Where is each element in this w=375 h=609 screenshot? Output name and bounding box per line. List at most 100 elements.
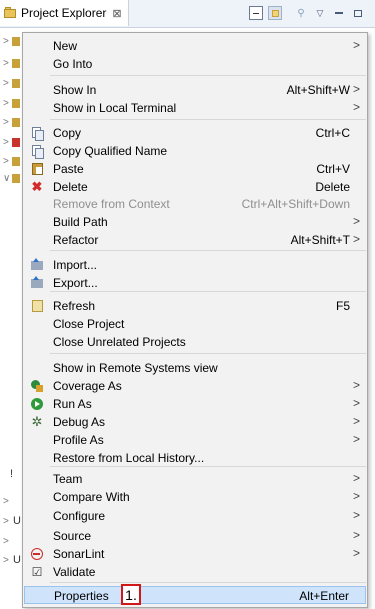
folder-icon xyxy=(12,99,20,108)
menu-item-build-path[interactable]: Build Path > xyxy=(24,213,366,231)
tree-row[interactable]: > xyxy=(0,114,22,132)
export-icon xyxy=(30,275,44,290)
menu-item-label: Restore from Local History... xyxy=(53,451,205,465)
menu-item-label: Team xyxy=(53,472,83,486)
chevron-right-icon[interactable]: > xyxy=(3,516,9,527)
chevron-right-icon[interactable]: > xyxy=(3,496,9,507)
menu-item-shortcut: Alt+Enter xyxy=(299,589,349,603)
menu-item-label: Run As xyxy=(53,397,92,411)
chevron-right-icon[interactable]: > xyxy=(3,555,9,566)
menu-item-label: Delete xyxy=(53,180,88,194)
menu-item-refresh[interactable]: Refresh F5 xyxy=(24,297,366,315)
menu-item-label: Close Project xyxy=(53,317,125,331)
menu-item-delete[interactable]: ✖ Delete Delete xyxy=(24,178,366,196)
menu-item-debug-as[interactable]: ✲ Debug As > xyxy=(24,413,366,431)
menu-item-run-as[interactable]: Run As > xyxy=(24,395,366,413)
menu-item-close-project[interactable]: Close Project xyxy=(24,315,366,333)
maximize-icon[interactable] xyxy=(351,6,365,20)
menu-item-remove-from-context: Remove from Context Ctrl+Alt+Shift+Down xyxy=(24,195,366,213)
menu-item-label: Coverage As xyxy=(53,379,122,393)
submenu-arrow-icon: > xyxy=(352,528,360,542)
tree-row[interactable]: > xyxy=(0,153,22,171)
menu-item-new[interactable]: New > xyxy=(24,37,366,55)
tree-row[interactable]: > U xyxy=(0,513,22,531)
menu-item-copy[interactable]: Copy Ctrl+C xyxy=(24,124,366,142)
menu-separator xyxy=(50,582,366,583)
tree-row[interactable]: > xyxy=(0,75,22,93)
chevron-right-icon[interactable]: > xyxy=(3,98,9,109)
minimize-icon[interactable] xyxy=(332,6,346,20)
menu-item-label: Remove from Context xyxy=(53,197,170,211)
menu-item-restore-from-local-history[interactable]: Restore from Local History... xyxy=(24,449,366,467)
chevron-right-icon[interactable]: > xyxy=(3,536,9,547)
menu-item-show-in-remote-systems-view[interactable]: Show in Remote Systems view xyxy=(24,359,366,377)
menu-item-close-unrelated-projects[interactable]: Close Unrelated Projects xyxy=(24,333,366,351)
submenu-arrow-icon: > xyxy=(352,546,360,560)
menu-item-label: Export... xyxy=(53,276,98,290)
view-toolbar: ⚲ ▽ xyxy=(249,5,365,21)
close-icon[interactable]: ⊠ xyxy=(112,7,121,20)
tree-row[interactable]: > xyxy=(0,134,22,152)
chevron-right-icon[interactable]: > xyxy=(3,36,9,47)
checkmark-icon: ☑ xyxy=(31,565,43,579)
view-menu-icon[interactable]: ▽ xyxy=(313,6,327,20)
context-menu: New > Go Into Show In Alt+Shift+W > Show in Lo… xyxy=(22,32,368,608)
submenu-arrow-icon: > xyxy=(352,489,360,503)
menu-item-coverage-as[interactable]: Coverage As > xyxy=(24,377,366,395)
chevron-down-icon[interactable]: ∨ xyxy=(3,173,10,184)
tree-row[interactable]: > xyxy=(0,95,22,113)
tree-row[interactable]: > xyxy=(0,33,22,51)
tree-row[interactable]: > U xyxy=(0,552,22,570)
menu-item-copy-qualified-name[interactable]: Copy Qualified Name xyxy=(24,142,366,160)
chevron-right-icon[interactable]: > xyxy=(3,117,9,128)
menu-item-label: Source xyxy=(53,529,92,543)
chevron-right-icon[interactable]: > xyxy=(3,156,9,167)
chevron-right-icon[interactable]: > xyxy=(3,78,9,89)
menu-item-go-into[interactable]: Go Into xyxy=(24,55,366,73)
menu-item-shortcut: Delete xyxy=(315,180,350,194)
menu-item-label: Refresh xyxy=(53,299,96,313)
menu-item-import[interactable]: Import... xyxy=(24,256,366,274)
menu-separator xyxy=(50,250,366,251)
menu-item-label: Compare With xyxy=(53,490,130,504)
filter-icon[interactable]: ⚲ xyxy=(294,6,308,20)
delete-icon: ✖ xyxy=(31,179,43,194)
view-title: Project Explorer xyxy=(21,6,107,20)
tree-row[interactable]: ∨ xyxy=(0,170,22,188)
menu-item-refactor[interactable]: Refactor Alt+Shift+T > xyxy=(24,231,366,249)
chevron-right-icon[interactable]: > xyxy=(3,137,9,148)
menu-item-show-in-local-terminal[interactable]: Show in Local Terminal > xyxy=(24,99,366,117)
menu-item-profile-as[interactable]: Profile As > xyxy=(24,431,366,449)
menu-item-export[interactable]: Export... xyxy=(24,274,366,292)
menu-item-label: Close Unrelated Projects xyxy=(53,335,186,349)
menu-item-paste[interactable]: Paste Ctrl+V xyxy=(24,160,366,178)
coverage-icon xyxy=(30,379,44,393)
menu-item-shortcut: Ctrl+Alt+Shift+Down xyxy=(241,197,350,211)
menu-item-label: Properties xyxy=(54,589,109,603)
project-explorer-tab[interactable]: Project Explorer ⊠ xyxy=(0,0,129,26)
submenu-arrow-icon: > xyxy=(352,396,360,410)
menu-item-label: Paste xyxy=(53,162,84,176)
tree-row[interactable]: > xyxy=(0,55,22,73)
folder-icon xyxy=(12,79,20,88)
submenu-arrow-icon: > xyxy=(352,432,360,446)
menu-item-sonarlint[interactable]: SonarLint > xyxy=(24,545,366,563)
chevron-right-icon[interactable]: > xyxy=(3,58,9,69)
tree-row-label: U xyxy=(13,554,21,566)
menu-item-label: Debug As xyxy=(53,415,106,429)
menu-item-label: Build Path xyxy=(53,215,108,229)
menu-item-configure[interactable]: Configure > xyxy=(24,507,366,525)
menu-item-label: Configure xyxy=(53,509,106,523)
link-with-editor-icon[interactable] xyxy=(268,6,282,20)
tree-row[interactable]: > xyxy=(0,493,22,511)
menu-item-validate[interactable]: ☑ Validate xyxy=(24,563,366,581)
menu-item-team[interactable]: Team > xyxy=(24,470,366,488)
menu-item-show-in[interactable]: Show In Alt+Shift+W > xyxy=(24,81,366,99)
menu-item-properties[interactable]: Properties Alt+Enter 1. xyxy=(24,584,366,605)
refresh-icon xyxy=(30,299,44,313)
menu-item-source[interactable]: Source > xyxy=(24,527,366,545)
menu-separator xyxy=(50,75,366,76)
tree-row[interactable]: > xyxy=(0,533,22,551)
collapse-all-icon[interactable] xyxy=(249,6,263,20)
menu-item-compare-with[interactable]: Compare With > xyxy=(24,488,366,506)
